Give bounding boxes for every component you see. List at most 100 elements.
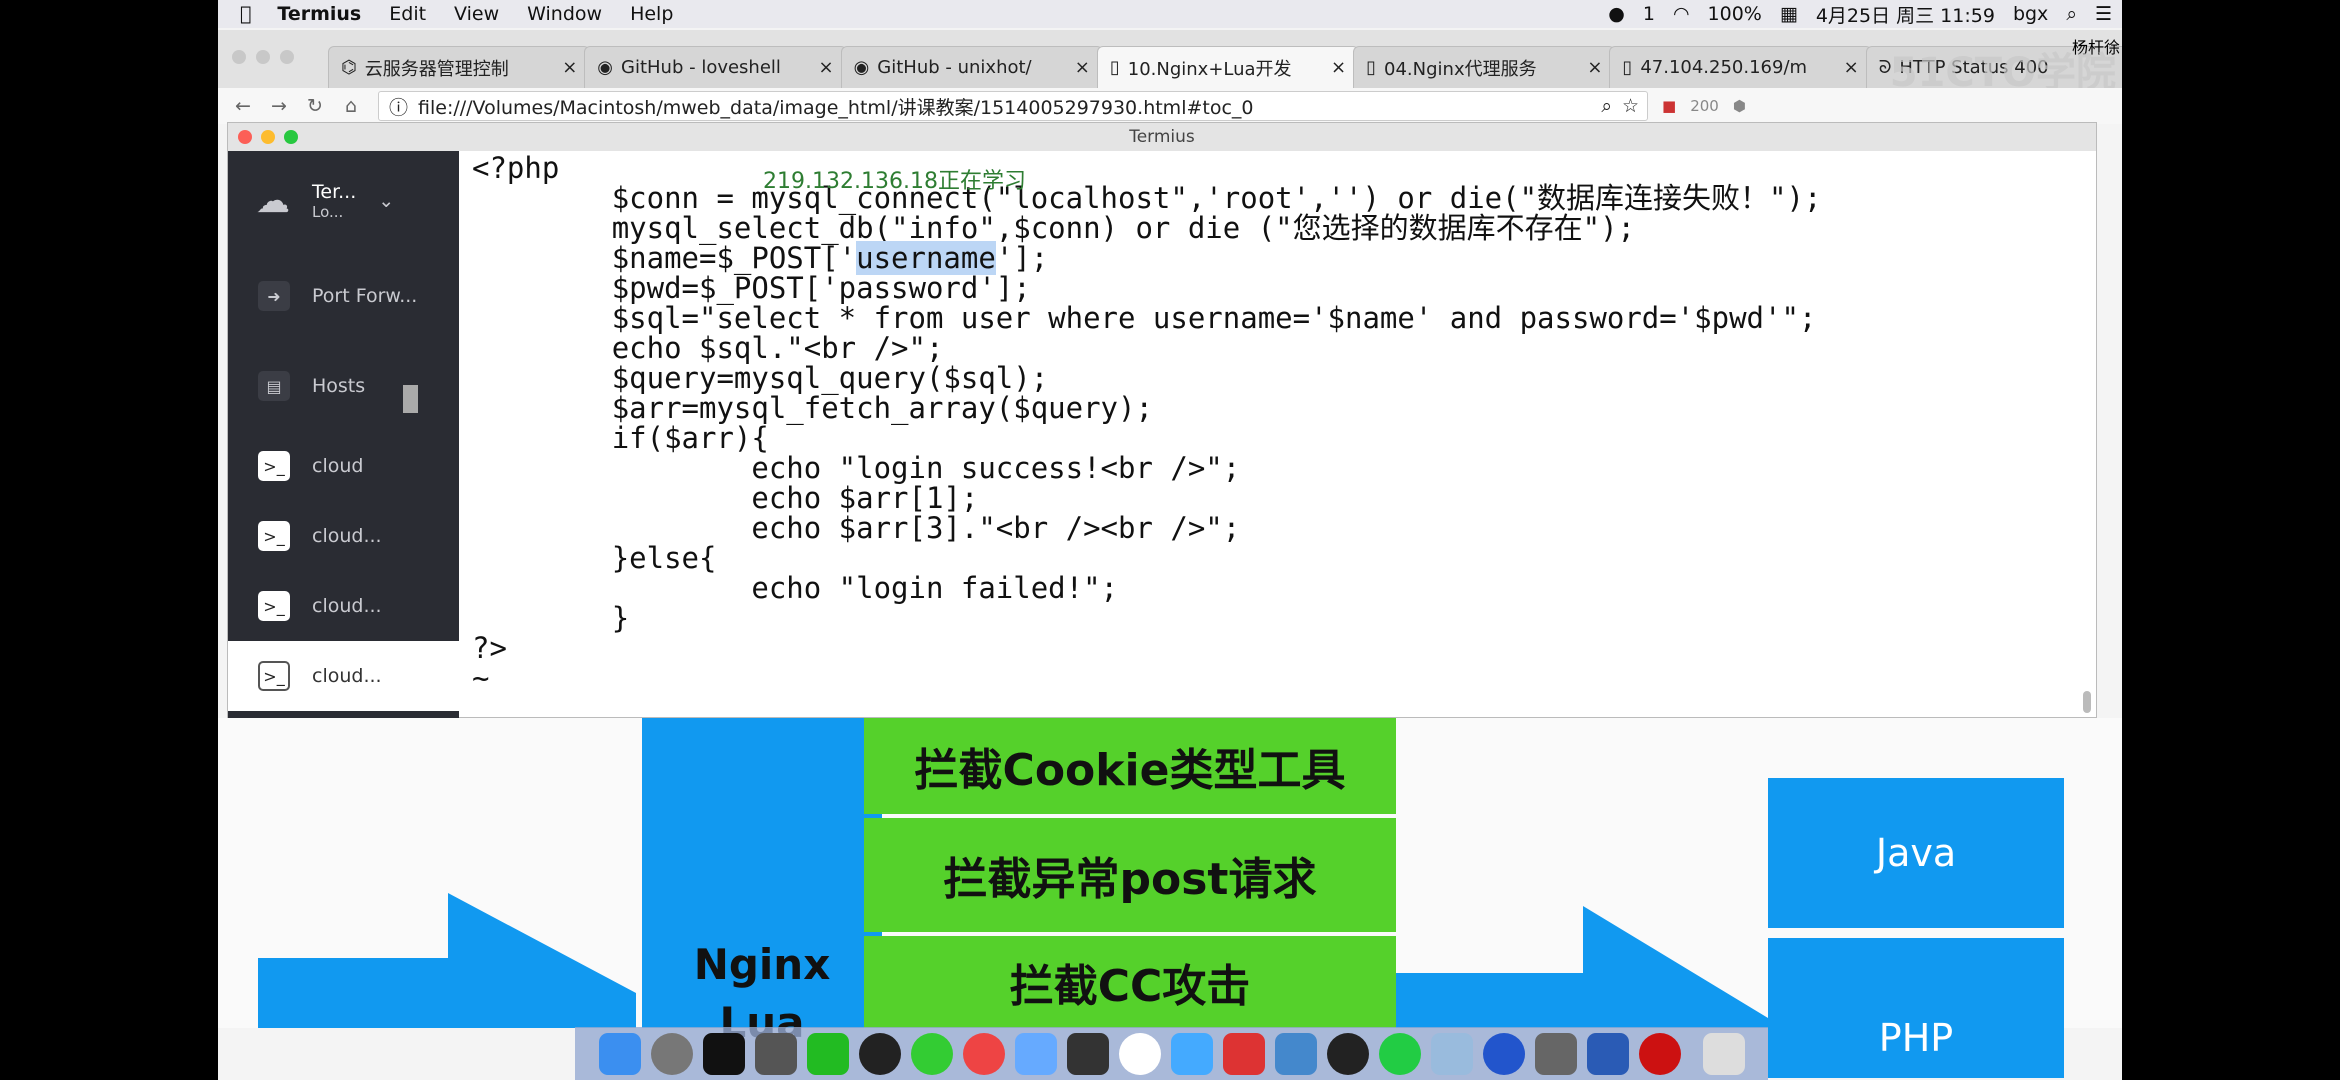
- scrollbar[interactable]: [2083, 691, 2091, 713]
- apple-icon[interactable]: : [240, 3, 251, 25]
- app-icon[interactable]: [1118, 1032, 1161, 1075]
- tab-4[interactable]: ▯ 04.Nginx代理服务 ×: [1353, 46, 1616, 88]
- tab-3[interactable]: ▯ 10.Nginx+Lua开发 ×: [1096, 46, 1360, 88]
- back-icon[interactable]: ←: [232, 95, 254, 117]
- window-controls[interactable]: [238, 130, 298, 144]
- chrome-icon[interactable]: [962, 1032, 1005, 1075]
- tab-label: 云服务器管理控制: [364, 58, 509, 80]
- close-icon[interactable]: ×: [1587, 57, 1602, 78]
- nginx-lua-block: Nginx Lua: [642, 718, 882, 1047]
- reload-icon[interactable]: ↻: [304, 95, 326, 117]
- termius-sidebar: ☁ Ter... Lo... ⌄ ➜ Port Forw... ▤ Hosts >_c…: [228, 151, 459, 719]
- tab-5[interactable]: ▯ 47.104.250.169/m ×: [1609, 46, 1872, 88]
- menu-window[interactable]: Window: [527, 3, 602, 25]
- search-icon[interactable]: ⌕: [2066, 3, 2077, 25]
- wifi-icon[interactable]: ◠: [1673, 3, 1690, 25]
- app-icon[interactable]: [1014, 1032, 1057, 1075]
- left-arrow: [258, 893, 636, 1028]
- terminal-icon: >_: [258, 451, 290, 481]
- app-icon[interactable]: [1170, 1032, 1213, 1075]
- star-icon[interactable]: ☆: [1622, 95, 1639, 117]
- terminal-icon: >_: [258, 521, 290, 551]
- tab-0[interactable]: ⌬ 云服务器管理控制 ×: [328, 46, 591, 88]
- hosts-icon: ▤: [258, 371, 290, 401]
- battery-text[interactable]: 100%: [1708, 3, 1762, 25]
- backend-php: PHP: [1768, 938, 2064, 1078]
- clock[interactable]: 4月25日 周三 11:59: [1816, 1, 1995, 28]
- address-bar-row: ← → ↻ ⌂ ⓘ file:///Volumes/Macintosh/mweb_…: [218, 88, 2122, 124]
- app-icon[interactable]: [1222, 1032, 1265, 1075]
- tab-label: GitHub - loveshell: [621, 57, 781, 78]
- app-icon[interactable]: [1274, 1032, 1317, 1075]
- list-icon[interactable]: ☰: [2095, 3, 2112, 25]
- tab-2[interactable]: ◉ GitHub - unixhot/ ×: [840, 46, 1103, 88]
- extension-icon[interactable]: ■: [1662, 97, 1676, 115]
- home-icon[interactable]: ⌂: [340, 95, 362, 117]
- close-icon[interactable]: ×: [1331, 57, 1346, 78]
- profile-status: Lo...: [312, 203, 344, 221]
- app-icon[interactable]: [1534, 1032, 1577, 1075]
- browser-window-controls[interactable]: [232, 50, 294, 64]
- terminal-output[interactable]: <?php $conn = mysql_connect("localhost",…: [472, 153, 1821, 693]
- extension-icon[interactable]: ⬢: [1733, 97, 1746, 115]
- wechat-icon[interactable]: [910, 1032, 953, 1075]
- menu-view[interactable]: View: [454, 3, 499, 25]
- tab-label: 10.Nginx+Lua开发: [1127, 58, 1292, 80]
- trash-icon[interactable]: [1702, 1032, 1745, 1075]
- sublime-icon[interactable]: [1066, 1032, 1109, 1075]
- host-label: cloud...: [312, 525, 382, 547]
- code-line: $name=$_POST[': [472, 241, 857, 275]
- terminal-icon: >_: [258, 591, 290, 621]
- close-icon[interactable]: ×: [1844, 57, 1859, 78]
- finder-icon[interactable]: [598, 1032, 641, 1075]
- filter-post: 拦截异常post请求: [864, 818, 1396, 932]
- qq-icon[interactable]: ●: [1608, 3, 1625, 25]
- menu-help[interactable]: Help: [630, 3, 673, 25]
- qq-icon[interactable]: [858, 1032, 901, 1075]
- url-input[interactable]: ⓘ file:///Volumes/Macintosh/mweb_data/ima…: [378, 91, 1648, 121]
- pycharm-icon[interactable]: [806, 1032, 849, 1075]
- launchpad-icon[interactable]: [650, 1032, 693, 1075]
- profile[interactable]: ☁ Ter... Lo... ⌄: [228, 151, 459, 251]
- notification-count[interactable]: 1: [1643, 3, 1655, 25]
- code-lines: $pwd=$_POST['password']; $sql="select * …: [472, 271, 1817, 695]
- app-icon[interactable]: [1482, 1032, 1525, 1075]
- app-icon[interactable]: [1430, 1032, 1473, 1075]
- host-item[interactable]: >_ cloud...: [228, 501, 459, 571]
- window-title: Termius: [1129, 127, 1195, 147]
- menu-edit[interactable]: Edit: [389, 3, 426, 25]
- chevron-down-icon[interactable]: ⌄: [378, 190, 394, 212]
- termius-window: Termius ☁ Ter... Lo... ⌄ ➜ Port Forw... ▤ H…: [227, 122, 2097, 719]
- qq-icon[interactable]: [1326, 1032, 1369, 1075]
- info-icon: ⓘ: [389, 96, 409, 119]
- extension-badge[interactable]: 200: [1690, 97, 1719, 115]
- host-label: cloud...: [312, 665, 382, 687]
- filter-cc: 拦截CC攻击: [864, 936, 1396, 1028]
- close-icon[interactable]: ×: [1075, 57, 1090, 78]
- user-name[interactable]: bgx: [2013, 3, 2048, 25]
- terminal-app-icon[interactable]: [702, 1032, 745, 1075]
- forward-icon[interactable]: →: [268, 95, 290, 117]
- host-item[interactable]: >_ cloud: [228, 431, 459, 501]
- tab-1[interactable]: ◉ GitHub - loveshell ×: [584, 46, 847, 88]
- zoom-icon[interactable]: ⌕: [1601, 95, 1612, 117]
- close-icon[interactable]: ×: [818, 57, 833, 78]
- code-line: <?php: [472, 151, 560, 185]
- host-item[interactable]: >_ cloud...: [228, 571, 459, 641]
- word-icon[interactable]: [1586, 1032, 1629, 1075]
- menu-app[interactable]: Termius: [277, 3, 361, 25]
- sidebar-item-hosts[interactable]: ▤ Hosts: [228, 341, 459, 431]
- flag-icon[interactable]: ▦: [1780, 3, 1798, 25]
- cloud-icon: ⌬: [341, 57, 357, 78]
- app-icon[interactable]: [754, 1032, 797, 1075]
- host-item-selected[interactable]: >_ cloud...: [228, 641, 459, 711]
- sidebar-item-port-forwarding[interactable]: ➜ Port Forw...: [228, 251, 459, 341]
- host-label: cloud: [312, 455, 364, 477]
- tab-label: 04.Nginx代理服务: [1384, 58, 1537, 80]
- screen:  Termius Edit View Window Help ● 1 ◠ 10…: [218, 0, 2122, 1080]
- ip-watermark: 219.132.136.18正在学习: [763, 169, 1026, 194]
- app-icon[interactable]: [1378, 1032, 1421, 1075]
- app-icon[interactable]: [1638, 1032, 1681, 1075]
- page-icon: ▯: [1366, 57, 1377, 78]
- close-icon[interactable]: ×: [562, 57, 577, 78]
